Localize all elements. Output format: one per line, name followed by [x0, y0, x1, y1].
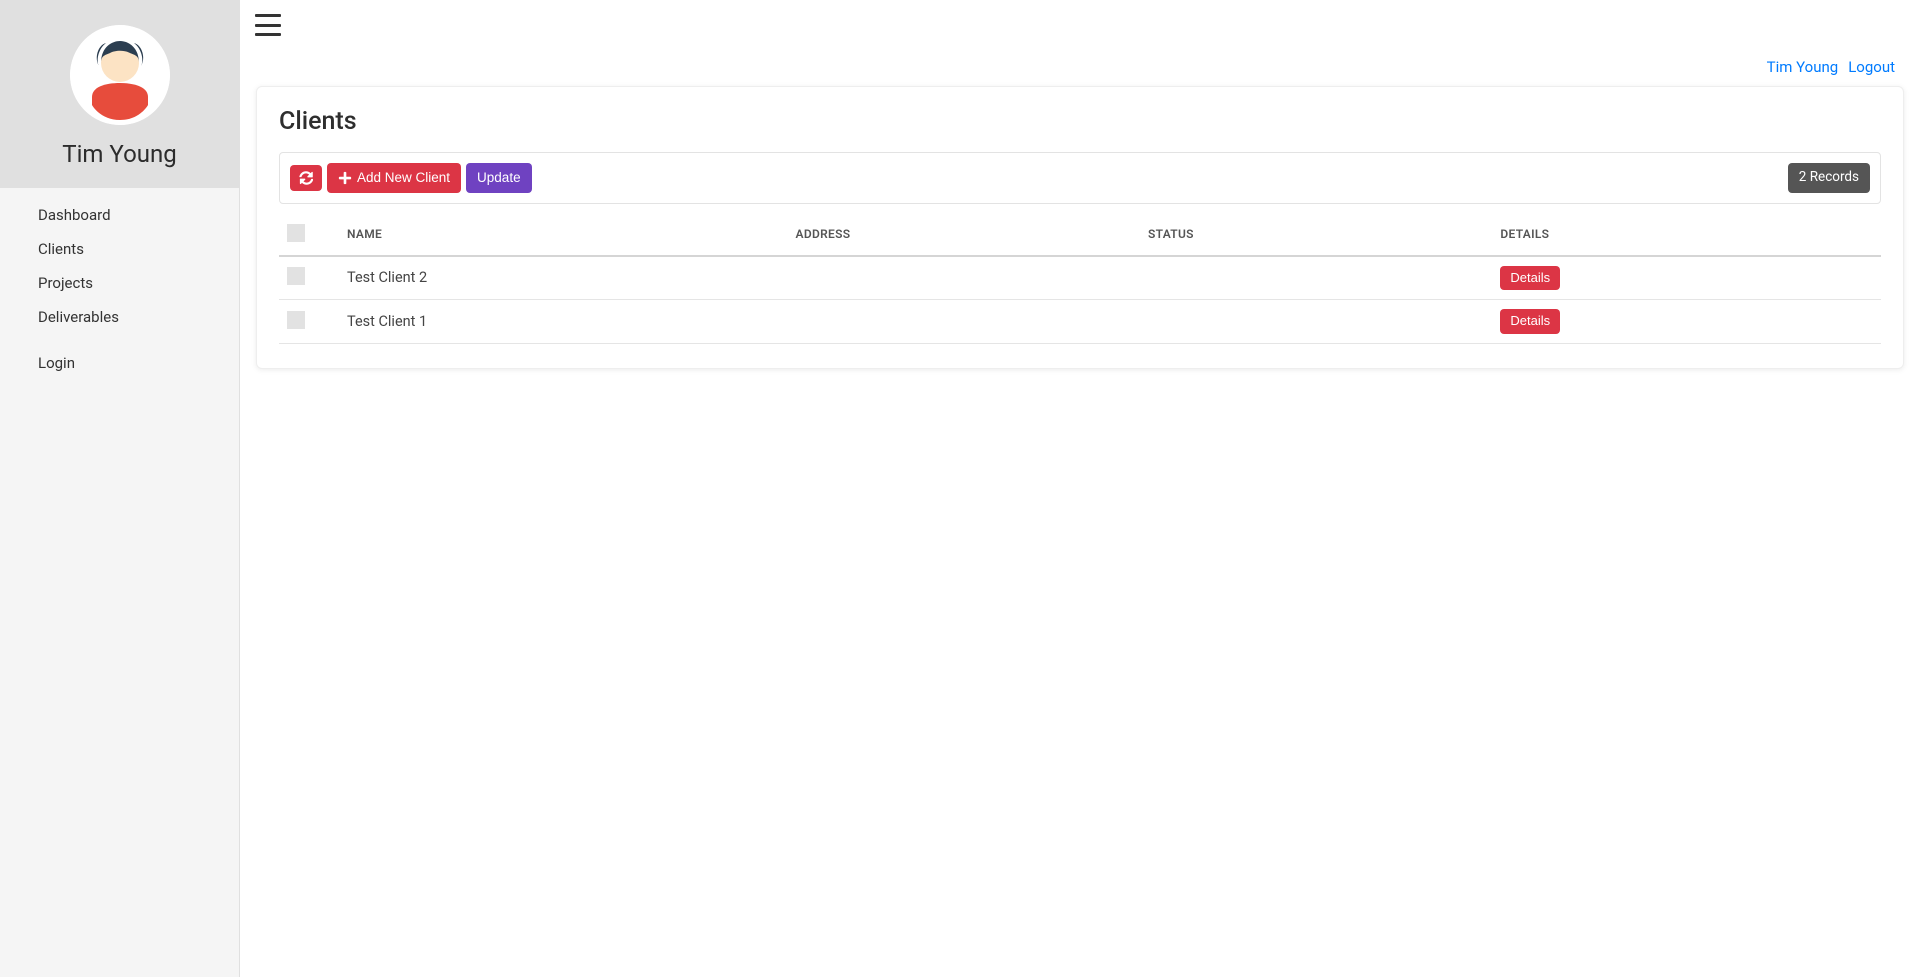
- cell-status: [1140, 300, 1492, 344]
- col-details: DETAILS: [1492, 214, 1881, 256]
- row-checkbox[interactable]: [287, 267, 305, 285]
- sidebar-profile: Tim Young: [0, 0, 239, 188]
- logout-link[interactable]: Logout: [1848, 58, 1895, 76]
- table-row: Test Client 1 Details: [279, 300, 1881, 344]
- cell-address: [788, 256, 1140, 300]
- avatar: [70, 25, 170, 125]
- hamburger-icon[interactable]: [255, 14, 281, 36]
- cell-address: [788, 300, 1140, 344]
- col-name: NAME: [339, 214, 788, 256]
- update-button[interactable]: Update: [466, 163, 532, 193]
- topbar-user-link[interactable]: Tim Young: [1767, 58, 1839, 76]
- topbar-right: Tim Young Logout: [1767, 10, 1905, 76]
- row-checkbox[interactable]: [287, 311, 305, 329]
- plus-icon: [338, 171, 352, 185]
- refresh-icon: [299, 171, 313, 185]
- sidebar-item-clients[interactable]: Clients: [0, 232, 239, 266]
- clients-card: Clients Add New Client Update: [256, 86, 1904, 369]
- details-button[interactable]: Details: [1500, 309, 1560, 334]
- clients-table: NAME ADDRESS STATUS DETAILS Test Client …: [279, 214, 1881, 345]
- record-count-badge: 2 Records: [1788, 163, 1870, 193]
- cell-status: [1140, 256, 1492, 300]
- cell-name: Test Client 2: [339, 256, 788, 300]
- sidebar-item-login[interactable]: Login: [0, 346, 239, 380]
- sidebar-item-projects[interactable]: Projects: [0, 266, 239, 300]
- sidebar-divider: [0, 334, 239, 346]
- sidebar-username: Tim Young: [0, 140, 239, 168]
- add-client-label: Add New Client: [357, 169, 450, 187]
- select-all-checkbox[interactable]: [287, 224, 305, 242]
- page-title: Clients: [279, 107, 1881, 136]
- refresh-button[interactable]: [290, 165, 322, 191]
- main: Tim Young Logout Clients Add New Client: [240, 0, 1920, 977]
- topbar: Tim Young Logout: [240, 0, 1920, 76]
- col-status: STATUS: [1140, 214, 1492, 256]
- table-header-row: NAME ADDRESS STATUS DETAILS: [279, 214, 1881, 256]
- sidebar: Tim Young Dashboard Clients Projects Del…: [0, 0, 240, 977]
- col-address: ADDRESS: [788, 214, 1140, 256]
- update-label: Update: [477, 169, 521, 187]
- col-checkbox: [279, 214, 339, 256]
- details-button[interactable]: Details: [1500, 266, 1560, 291]
- sidebar-item-dashboard[interactable]: Dashboard: [0, 198, 239, 232]
- sidebar-item-deliverables[interactable]: Deliverables: [0, 300, 239, 334]
- avatar-icon: [70, 25, 170, 125]
- add-client-button[interactable]: Add New Client: [327, 163, 461, 193]
- cell-name: Test Client 1: [339, 300, 788, 344]
- sidebar-nav: Dashboard Clients Projects Deliverables …: [0, 188, 239, 390]
- table-row: Test Client 2 Details: [279, 256, 1881, 300]
- toolbar: Add New Client Update 2 Records: [279, 152, 1881, 204]
